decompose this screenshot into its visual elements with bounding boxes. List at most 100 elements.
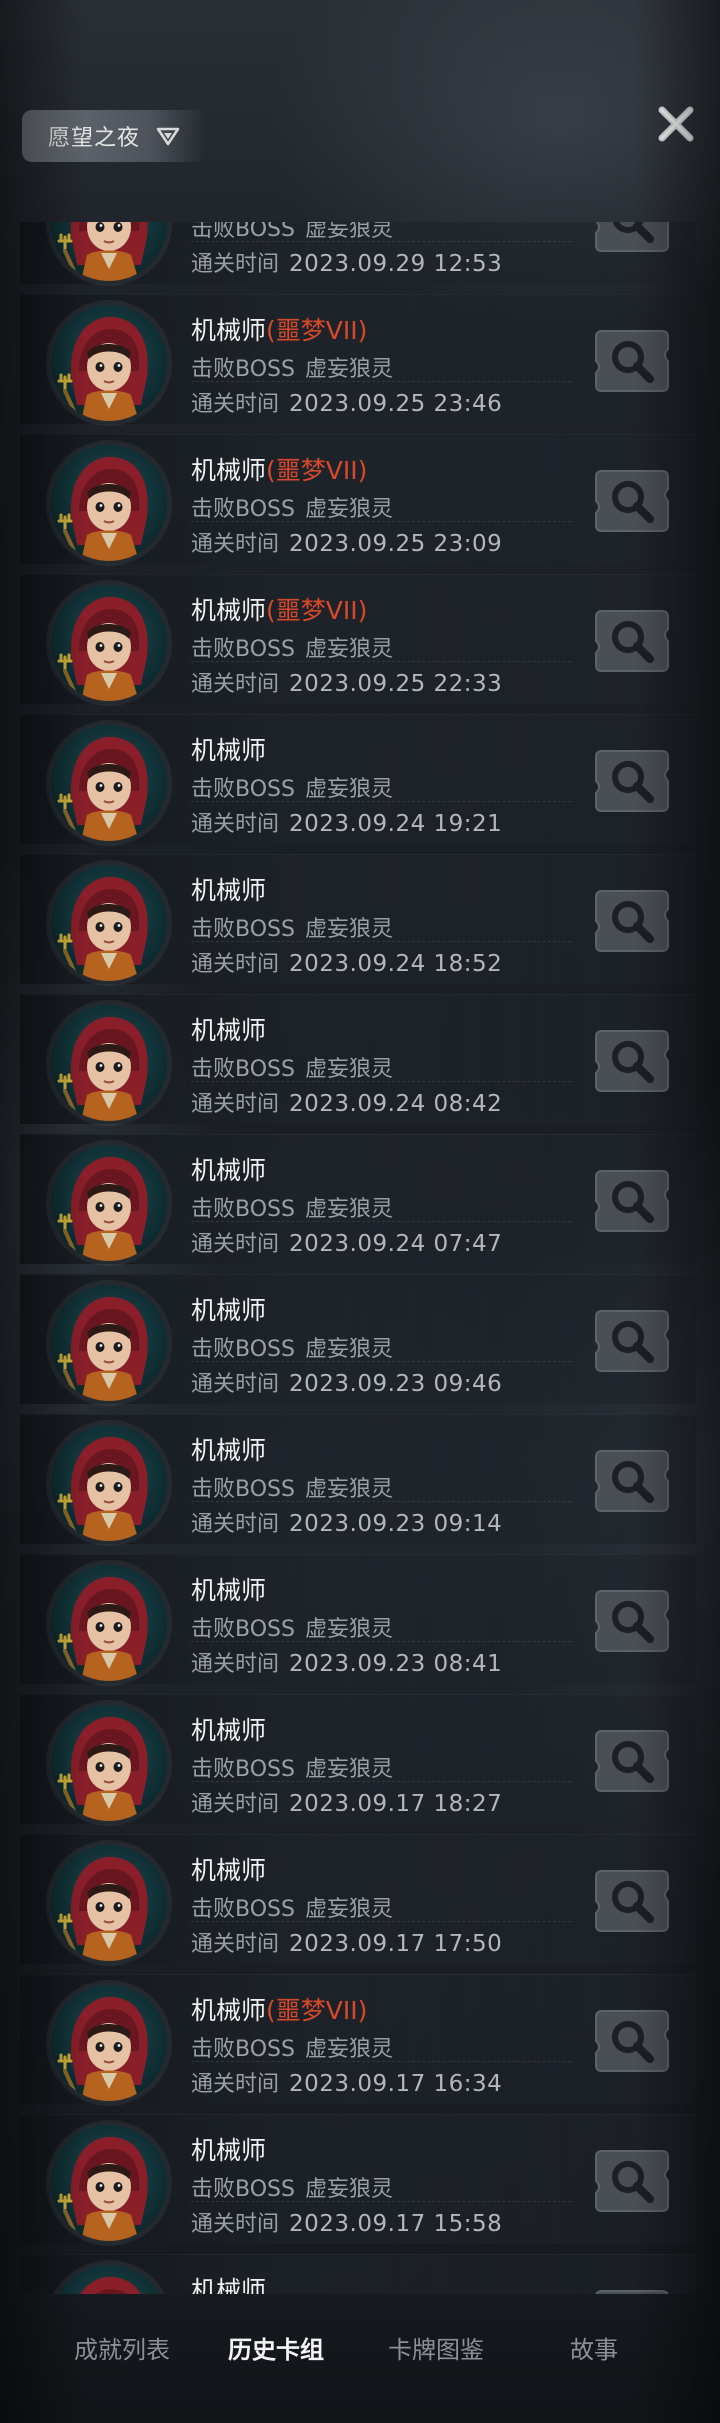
- row-divider: [191, 1501, 571, 1502]
- view-deck-button[interactable]: [592, 325, 672, 397]
- magnifier-icon: [595, 1170, 669, 1232]
- view-deck-button[interactable]: [592, 1585, 672, 1657]
- boss-label: 击败BOSS: [191, 357, 295, 382]
- history-row[interactable]: 机械师(噩梦VII) 击败BOSS 虚妄狼灵 通关时间 2023.09.25 23:…: [20, 294, 696, 424]
- view-deck-button[interactable]: [592, 1165, 672, 1237]
- row-divider: [191, 1781, 571, 1782]
- clear-time-label: 通关时间: [191, 672, 280, 697]
- magnifier-icon: [595, 1870, 669, 1932]
- clear-time-line: 通关时间 2023.09.17 17:50: [191, 1926, 502, 1958]
- history-list[interactable]: 机械师 击败BOSS虚妄狼灵 通关时间2023.09.29 12:53: [0, 222, 720, 2294]
- view-deck-button[interactable]: [592, 885, 672, 957]
- character-name-line: 机械师: [191, 1571, 266, 1607]
- clear-time-value: 2023.09.25 23:09: [289, 531, 503, 557]
- clear-time-label: 通关时间: [191, 1092, 280, 1117]
- difficulty-tier: (噩梦VII): [266, 316, 368, 345]
- difficulty-tier: (噩梦VII): [266, 596, 368, 625]
- history-row[interactable]: 机械师 击败BOSS 虚妄狼灵 通关时间 2023.09.23 08:41: [20, 1554, 696, 1684]
- boss-name: 虚妄狼灵: [304, 1057, 393, 1082]
- view-deck-button[interactable]: [592, 745, 672, 817]
- view-deck-button[interactable]: [592, 1025, 672, 1097]
- tab-history-decks[interactable]: 历史卡组: [228, 2330, 324, 2370]
- magnifier-icon: [595, 222, 669, 252]
- magnifier-icon: [595, 470, 669, 532]
- view-deck-button[interactable]: [592, 605, 672, 677]
- history-row[interactable]: 机械师 击败BOSS 虚妄狼灵 通关时间 2023.09.17 18:27: [20, 1694, 696, 1824]
- character-name: 机械师: [191, 1716, 267, 1745]
- boss-line: 击败BOSS 虚妄狼灵: [191, 631, 393, 663]
- history-row[interactable]: 机械师 击败BOSS 虚妄狼灵 通关时间 2023.09.17 17:50: [20, 1834, 696, 1964]
- filter-dropdown[interactable]: 愿望之夜: [22, 110, 206, 162]
- history-row[interactable]: 机械师 击败BOSS 虚妄狼灵 通关时间 2023.09.23 09:14: [20, 1414, 696, 1544]
- view-deck-button[interactable]: [592, 222, 672, 257]
- magnifier-icon: [595, 1450, 669, 1512]
- view-deck-button[interactable]: [592, 2005, 672, 2077]
- boss-label: 击败BOSS: [191, 2037, 295, 2062]
- view-deck-button[interactable]: [592, 2285, 672, 2294]
- view-deck-button[interactable]: [592, 1445, 672, 1517]
- mechanic-avatar: [48, 1142, 170, 1264]
- history-row[interactable]: 机械师 击败BOSS 虚妄狼灵 通关时间 2023.09.24 18:52: [20, 854, 696, 984]
- view-deck-button[interactable]: [592, 1865, 672, 1937]
- clear-time-line: 通关时间 2023.09.29 12:53: [191, 246, 502, 278]
- view-deck-button[interactable]: [592, 1725, 672, 1797]
- boss-label: 击败BOSS: [191, 222, 295, 242]
- clear-time-value: 2023.09.23 09:46: [289, 1371, 503, 1397]
- boss-line: 击败BOSS 虚妄狼灵: [191, 2031, 393, 2063]
- tab-achievements[interactable]: 成就列表: [74, 2330, 170, 2370]
- character-name: 机械师: [191, 736, 267, 765]
- history-row[interactable]: 机械师 击败BOSS 虚妄狼灵 通关时间 2023.09.17 15:58: [20, 2114, 696, 2244]
- history-row[interactable]: 机械师 击败BOSS 虚妄狼灵 通关时间 2023.09.24 07:47: [20, 1134, 696, 1264]
- boss-line: 击败BOSS 虚妄狼灵: [191, 1331, 393, 1363]
- close-button[interactable]: [654, 102, 698, 146]
- clear-time-value: 2023.09.24 19:21: [289, 811, 503, 837]
- character-name-line: 机械师: [191, 1291, 266, 1327]
- mechanic-avatar: [48, 1002, 170, 1124]
- clear-time-line: 通关时间 2023.09.23 09:14: [191, 1506, 502, 1538]
- history-row[interactable]: 机械师(噩梦VII) 击败BOSS 虚妄狼灵 通关时间 2023.09.25 22:…: [20, 574, 696, 704]
- row-divider: [191, 1081, 571, 1082]
- mechanic-avatar: [48, 1282, 170, 1404]
- boss-line: 击败BOSS 虚妄狼灵: [191, 1611, 393, 1643]
- magnifier-icon: [595, 1730, 669, 1792]
- mechanic-avatar: [48, 2122, 170, 2244]
- history-row[interactable]: 机械师 击败BOSS虚妄狼灵: [20, 2254, 696, 2294]
- clear-time-line: 通关时间 2023.09.24 07:47: [191, 1226, 502, 1258]
- magnifier-icon: [595, 750, 669, 812]
- history-row[interactable]: 机械师 击败BOSS虚妄狼灵 通关时间2023.09.29 12:53: [20, 222, 696, 284]
- mechanic-avatar: [48, 862, 170, 984]
- view-deck-button[interactable]: [592, 1305, 672, 1377]
- clear-time-value: 2023.09.29 12:53: [289, 251, 503, 277]
- clear-time-line: 通关时间 2023.09.25 23:09: [191, 526, 502, 558]
- magnifier-icon: [595, 1310, 669, 1372]
- mechanic-avatar: [48, 1702, 170, 1824]
- character-name-line: 机械师: [191, 2131, 266, 2167]
- view-deck-button[interactable]: [592, 2145, 672, 2217]
- history-row[interactable]: 机械师 击败BOSS 虚妄狼灵 通关时间 2023.09.24 08:42: [20, 994, 696, 1124]
- mechanic-avatar: [48, 582, 170, 704]
- boss-line: 击败BOSS 虚妄狼灵: [191, 771, 393, 803]
- character-name: 机械师: [191, 876, 267, 905]
- clear-time-label: 通关时间: [191, 1232, 280, 1257]
- history-row[interactable]: 机械师(噩梦VII) 击败BOSS 虚妄狼灵 通关时间 2023.09.25 23:…: [20, 434, 696, 564]
- view-deck-button[interactable]: [592, 465, 672, 537]
- tab-story[interactable]: 故事: [570, 2330, 618, 2370]
- character-name: 机械师: [191, 1016, 267, 1045]
- history-row[interactable]: 机械师 击败BOSS 虚妄狼灵 通关时间 2023.09.23 09:46: [20, 1274, 696, 1404]
- history-row[interactable]: 机械师 击败BOSS 虚妄狼灵 通关时间 2023.09.24 19:21: [20, 714, 696, 844]
- row-divider: [191, 801, 571, 802]
- tab-card-gallery[interactable]: 卡牌图鉴: [388, 2330, 484, 2370]
- row-divider: [191, 1921, 571, 1922]
- mechanic-avatar: [48, 442, 170, 564]
- magnifier-icon: [595, 330, 669, 392]
- character-name-line: 机械师: [191, 731, 266, 767]
- clear-time-label: 通关时间: [191, 1372, 280, 1397]
- magnifier-icon: [595, 2150, 669, 2212]
- magnifier-icon: [595, 610, 669, 672]
- clear-time-value: 2023.09.25 23:46: [289, 391, 503, 417]
- row-divider: [191, 2061, 571, 2062]
- character-name: 机械师: [191, 1996, 267, 2025]
- character-name-line: 机械师: [191, 1851, 266, 1887]
- difficulty-tier: (噩梦VII): [266, 1996, 368, 2025]
- history-row[interactable]: 机械师(噩梦VII) 击败BOSS 虚妄狼灵 通关时间 2023.09.17 16:…: [20, 1974, 696, 2104]
